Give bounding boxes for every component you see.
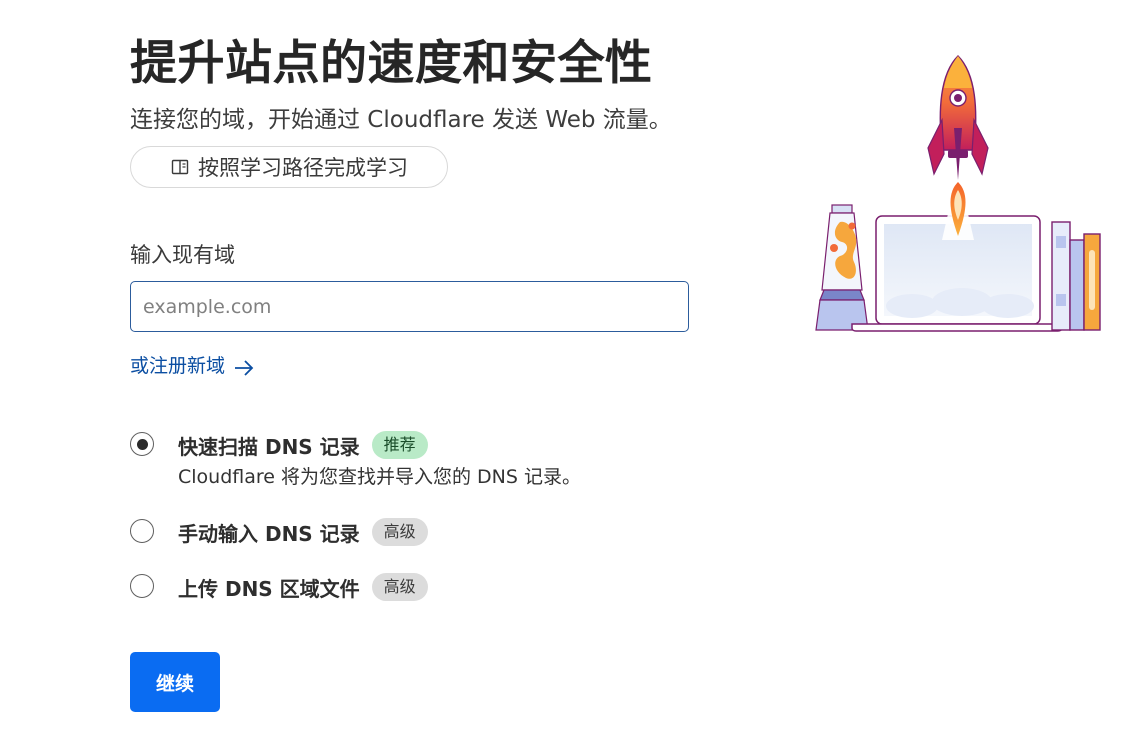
quick-scan-description: Cloudflare 将为您查找并导入您的 DNS 记录。 [178,466,581,488]
books [1051,221,1101,331]
recommended-badge: 推荐 [371,431,428,459]
quick-scan-radio[interactable] [130,432,154,456]
learning-path-button[interactable]: 按照学习路径完成学习 [130,146,448,188]
book-icon [170,157,190,177]
page-title: 提升站点的速度和安全性 [130,36,653,91]
arrow-right-icon [233,357,255,376]
learning-path-label: 按照学习路径完成学习 [198,156,408,180]
upload-zone-radio[interactable] [130,574,154,598]
register-domain-link[interactable]: 或注册新域 [130,352,255,380]
domain-input[interactable] [130,281,689,332]
dns-option-quick-scan: 快速扫描 DNS 记录 推荐 Cloudflare 将为您查找并导入您的 DNS… [130,431,581,490]
continue-button[interactable]: 继续 [130,652,220,712]
quick-scan-title: 快速扫描 DNS 记录 [178,434,360,459]
dns-option-upload: 上传 DNS 区域文件 高级 [130,573,428,601]
domain-field-label: 输入现有域 [130,243,235,267]
register-domain-label: 或注册新域 [130,355,226,377]
upload-zone-title: 上传 DNS 区域文件 [178,576,360,601]
page-subtitle: 连接您的域，开始通过 Cloudflare 发送 Web 流量。 [130,107,672,133]
advanced-badge: 高级 [371,518,428,546]
dns-option-manual: 手动输入 DNS 记录 高级 [130,518,428,546]
advanced-badge: 高级 [371,573,428,601]
lava-lamp [815,204,869,331]
radio-selected-dot [136,438,148,450]
manual-entry-title: 手动输入 DNS 记录 [178,521,360,546]
manual-entry-radio[interactable] [130,519,154,543]
onboarding-page: 提升站点的速度和安全性 连接您的域，开始通过 Cloudflare 发送 Web… [0,0,1137,745]
rocket [927,55,989,180]
rocket-laptop-illustration [812,50,1112,340]
